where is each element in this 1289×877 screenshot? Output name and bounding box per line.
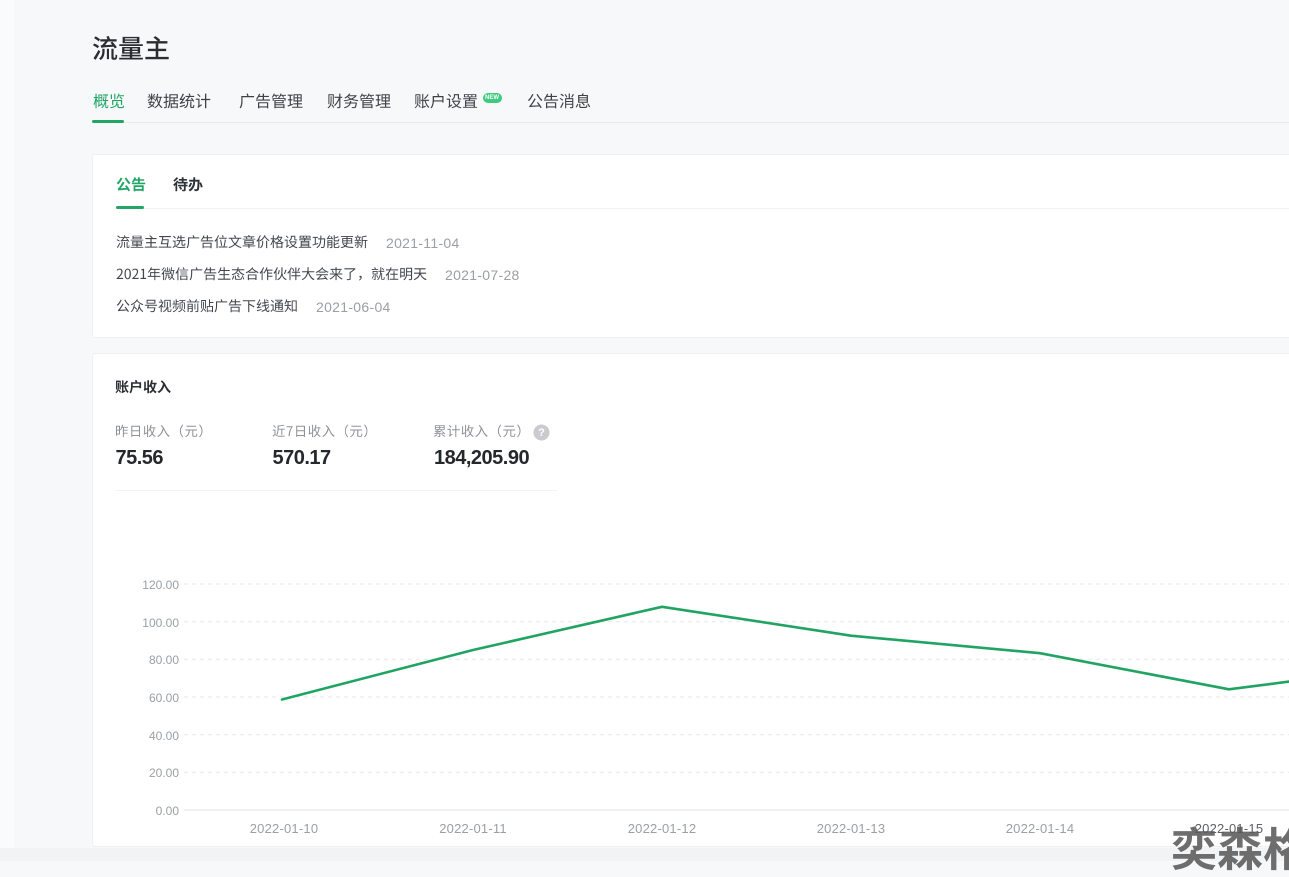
svg-text:?: ? [538,427,545,439]
